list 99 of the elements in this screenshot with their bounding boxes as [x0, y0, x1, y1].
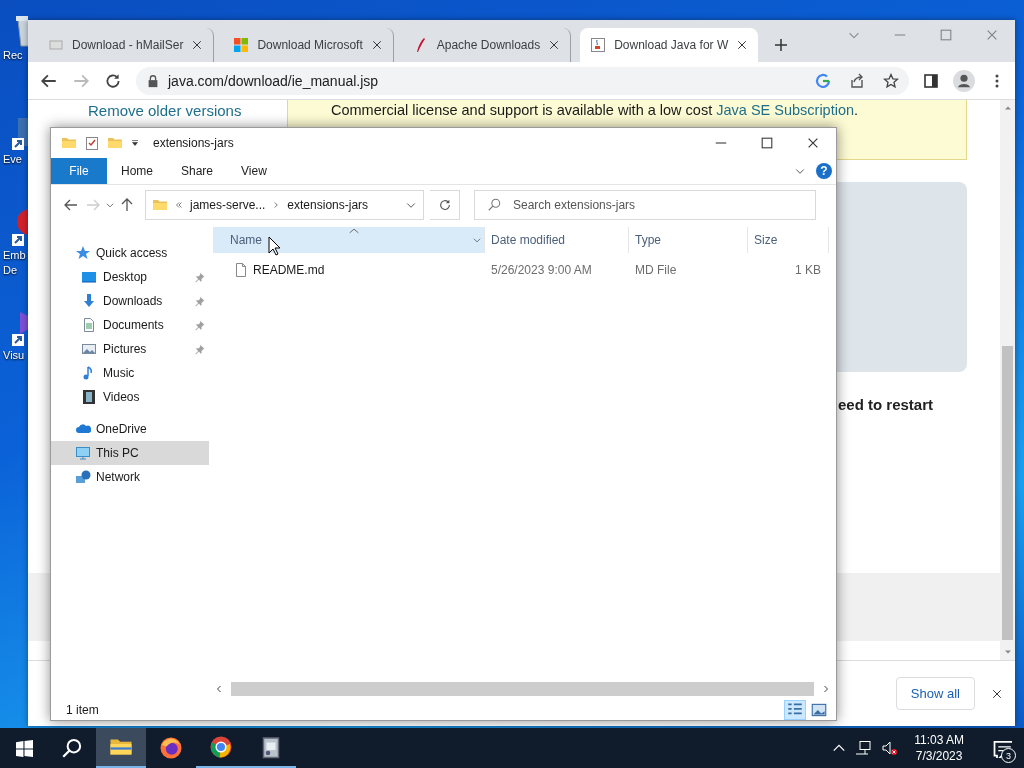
avatar-icon[interactable]: [953, 69, 975, 92]
help-button[interactable]: ?: [816, 163, 832, 179]
nav-item[interactable]: Quick access: [51, 241, 209, 265]
share-icon[interactable]: [849, 72, 865, 89]
address-bar[interactable]: java.com/download/ie_manual.jsp: [136, 66, 909, 95]
round-browser-icon: [209, 735, 233, 759]
close-icon[interactable]: [548, 39, 561, 51]
icon-label: Emb: [3, 248, 26, 263]
file-row[interactable]: README.md 5/26/2023 9:00 AM MD File 1 KB: [213, 260, 832, 279]
refresh-button[interactable]: [430, 190, 460, 220]
reload-icon[interactable]: [104, 71, 122, 90]
column-header[interactable]: Name: [213, 227, 485, 253]
show-all-button[interactable]: Show all: [895, 677, 975, 710]
star-icon[interactable]: [883, 72, 899, 89]
nav-item[interactable]: Documents: [51, 313, 209, 337]
browser-tab[interactable]: Download - hMailSer: [38, 28, 215, 62]
four-squares-icon: [233, 37, 250, 53]
table-cell-text: 1 KB: [794, 262, 822, 277]
document-icon: [81, 317, 97, 333]
nav-item[interactable]: Network: [51, 465, 209, 489]
nav-item[interactable]: Desktop: [51, 265, 209, 289]
breadcrumb[interactable]: extensions-jars: [287, 198, 369, 212]
g-icon[interactable]: [815, 72, 831, 89]
ribbon-tab[interactable]: View: [227, 158, 281, 184]
dropdown-icon[interactable]: [130, 138, 140, 148]
nav-item[interactable]: This PC: [51, 441, 209, 465]
browser-tab[interactable]: Download Microsoft: [223, 28, 394, 62]
scroll-down-icon[interactable]: [1003, 648, 1012, 656]
close-icon[interactable]: [991, 687, 1003, 700]
column-header[interactable]: Type: [629, 227, 748, 253]
table-cell-text: 5/26/2023 9:00 AM: [490, 262, 593, 277]
browser-tab[interactable]: Apache Downloads: [402, 28, 572, 62]
coffee-cup-icon: [590, 37, 607, 53]
scroll-up-icon[interactable]: [1003, 104, 1012, 112]
ribbon-tab[interactable]: File: [51, 158, 107, 184]
desktop-icon: [81, 269, 97, 285]
icon-label: Eve: [3, 152, 22, 167]
plus-icon[interactable]: [773, 37, 790, 53]
cursor-icon: [268, 236, 281, 256]
column-header[interactable]: Size: [748, 227, 829, 253]
image-icon: [81, 341, 97, 357]
close-icon[interactable]: [370, 39, 383, 51]
back-icon[interactable]: [63, 197, 79, 213]
notification-button[interactable]: 3: [980, 728, 1024, 768]
nav-item[interactable]: Downloads: [51, 289, 209, 313]
star-icon: [75, 245, 91, 261]
network-icon[interactable]: [854, 740, 873, 756]
folder-icon: [152, 197, 168, 213]
notice-text: Commercial license and support is available with a low cost Java SE Subscription.: [331, 102, 860, 118]
search-icon: [62, 738, 82, 758]
network-icon: [75, 469, 91, 485]
details-view-icon[interactable]: [784, 700, 806, 720]
film-icon: [81, 389, 97, 405]
column-header[interactable]: Date modified: [485, 227, 629, 253]
scroll-left-icon[interactable]: [215, 685, 223, 693]
link[interactable]: Java SE Subscription: [716, 102, 855, 118]
file-name: README.md: [253, 262, 325, 277]
nav-item[interactable]: Music: [51, 361, 209, 385]
window-title: extensions-jars: [153, 136, 234, 150]
fox-browser-icon: [159, 736, 183, 760]
double-chevron-icon: [174, 200, 184, 210]
scroll-thumb[interactable]: [1002, 346, 1013, 640]
down-arrow-icon: [81, 293, 97, 309]
clock-button[interactable]: 11:03 AM 7/3/2023: [906, 732, 972, 764]
address-field[interactable]: james-serve... extensions-jars: [145, 190, 424, 220]
up-icon[interactable]: [119, 197, 135, 213]
windows-icon: [15, 739, 33, 757]
close-icon[interactable]: [191, 39, 204, 51]
side-panel-icon[interactable]: [923, 72, 939, 89]
ribbon-tab[interactable]: Home: [107, 158, 167, 184]
scroll-right-icon[interactable]: [822, 685, 830, 693]
chevron-down-icon[interactable]: [105, 200, 115, 210]
message-icon: [992, 738, 1012, 758]
nav-item[interactable]: Pictures: [51, 337, 209, 361]
computer-icon: [75, 445, 91, 461]
chevron-down-icon[interactable]: [472, 235, 482, 245]
close-icon[interactable]: [736, 39, 749, 51]
status-text: 1 item: [66, 703, 99, 717]
nav-item[interactable]: OneDrive: [51, 417, 209, 441]
scrollbar[interactable]: [1000, 100, 1015, 660]
link[interactable]: Remove older versions: [88, 102, 242, 119]
nav-item[interactable]: Videos: [51, 385, 209, 409]
refresh-icon: [437, 198, 452, 212]
icon-label: Visu: [3, 348, 25, 363]
search-field[interactable]: Search extensions-jars: [474, 190, 816, 220]
table-cell-text: MD File: [634, 262, 678, 277]
taskbar-button[interactable]: [96, 728, 146, 768]
breadcrumb[interactable]: james-serve...: [190, 198, 266, 212]
muted-speaker-icon[interactable]: [880, 740, 899, 756]
browser-tab[interactable]: Download Java for W: [580, 28, 759, 62]
lock-icon: [146, 73, 160, 88]
icon-label: Rec: [3, 48, 23, 63]
properties-icon[interactable]: [84, 135, 100, 151]
ribbon-tab[interactable]: Share: [167, 158, 228, 184]
icon-label: De: [3, 263, 18, 278]
page-icon: [48, 37, 64, 53]
notification-count: 3: [1001, 748, 1016, 763]
heading: eed to restart: [838, 396, 935, 413]
file-icon: [233, 261, 249, 278]
